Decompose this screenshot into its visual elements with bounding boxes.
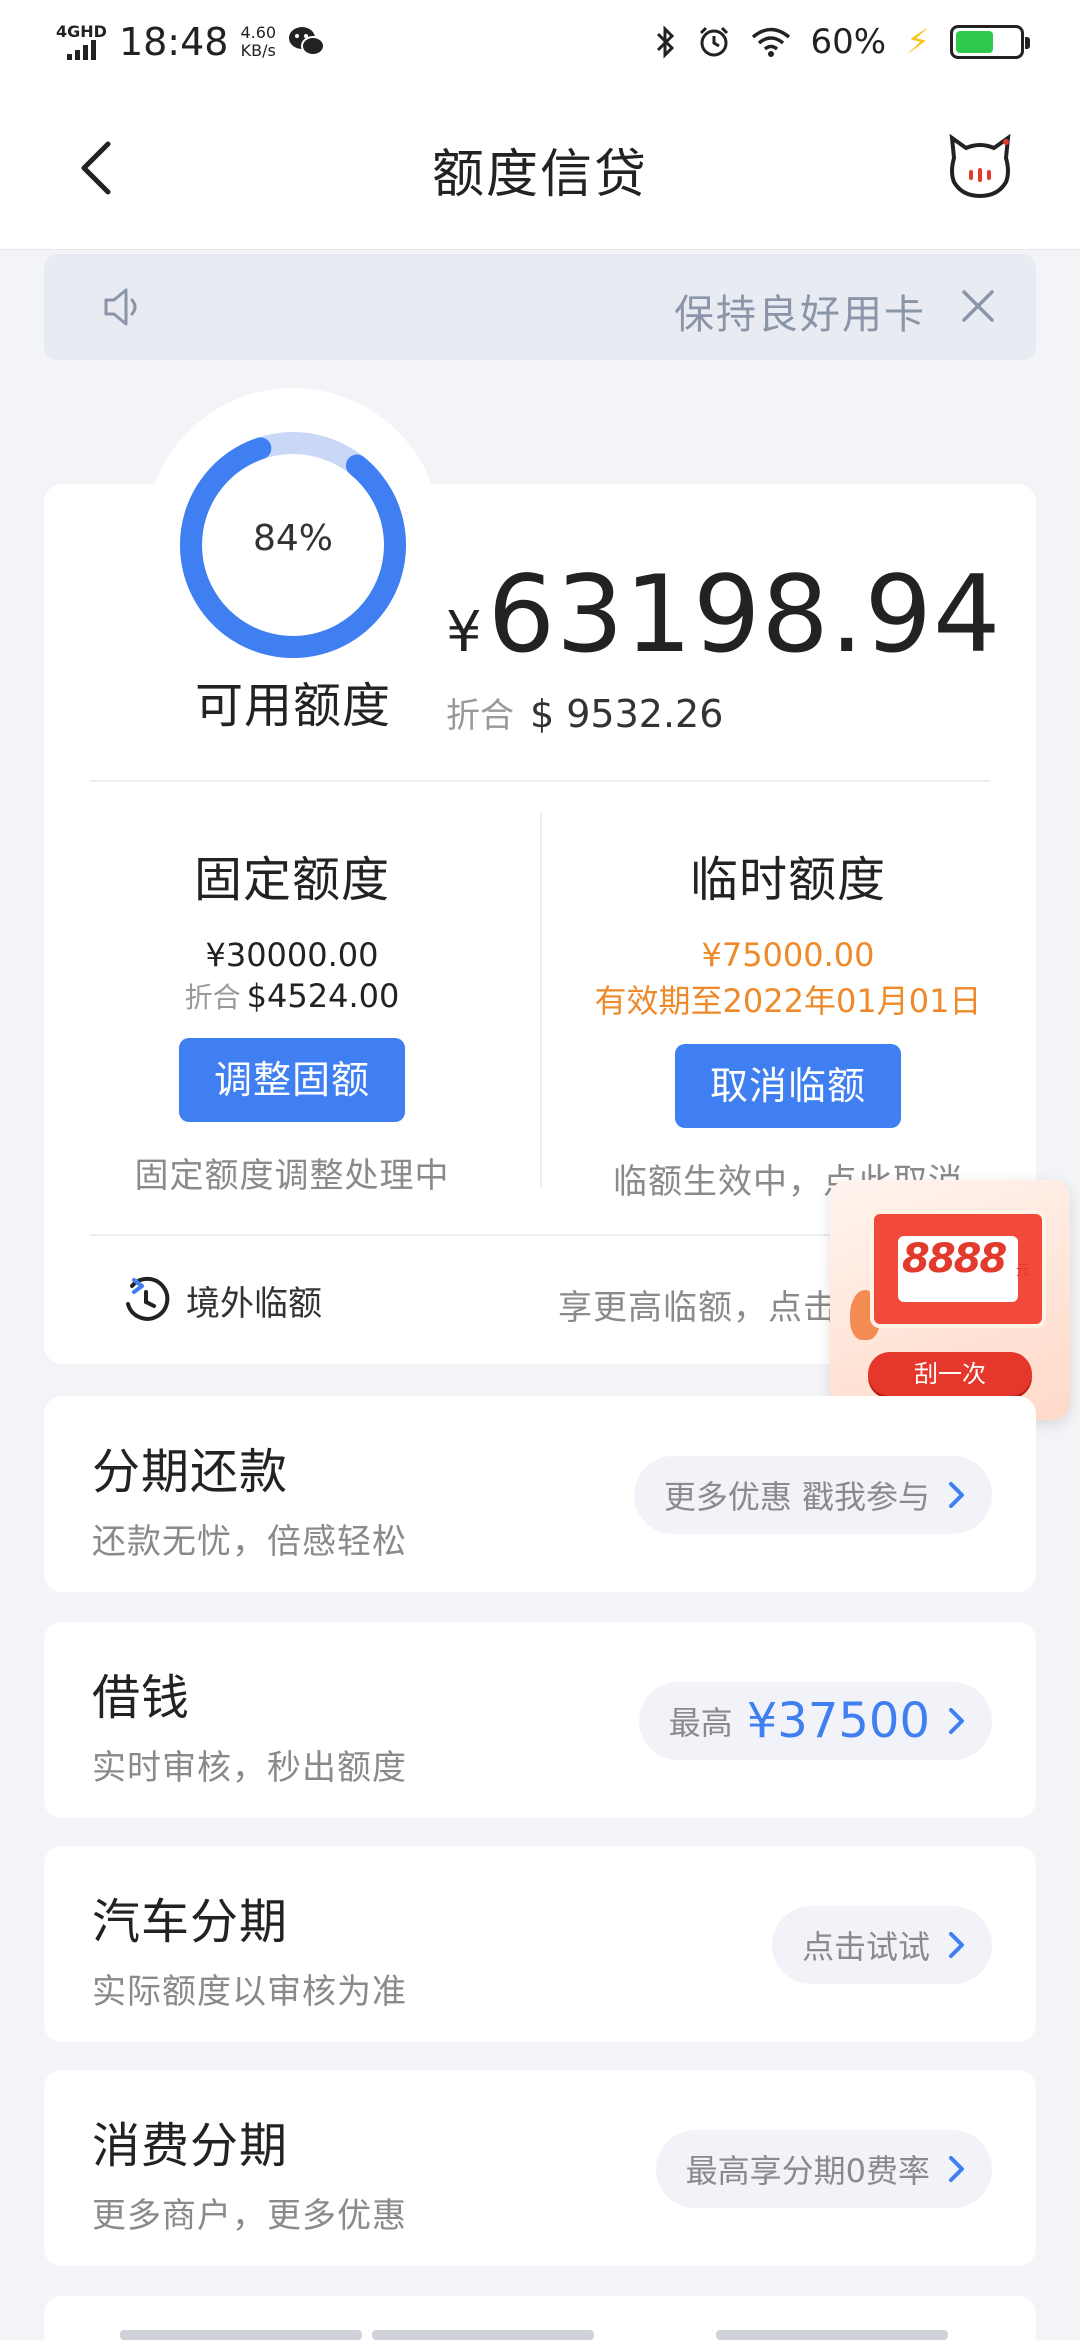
wechat-icon bbox=[289, 27, 326, 56]
overseas-tip[interactable]: 享更高临额，点击 bbox=[558, 1280, 838, 1329]
chevron-right-icon bbox=[949, 1932, 964, 1958]
fixed-converted-value: $4524.00 bbox=[246, 977, 400, 1015]
available-amount: ¥ 63198.94 bbox=[446, 560, 1001, 670]
service-action-pill[interactable]: 最高享分期0费率 bbox=[655, 2130, 992, 2208]
signal-icon: 4GHD bbox=[56, 24, 107, 60]
network-type: 4GHD bbox=[56, 22, 107, 41]
network-speed: 4.60 KB/s bbox=[240, 24, 276, 60]
scratch-button[interactable]: 刮一次 bbox=[868, 1352, 1032, 1396]
max-loan-amount: ¥37500 bbox=[746, 1693, 930, 1749]
service-card-installment-repay[interactable]: 分期还款 还款无忧，倍感轻松 更多优惠 戳我参与 bbox=[44, 1396, 1036, 1592]
promo-unit: 元 bbox=[1016, 1263, 1030, 1279]
speed-value: 4.60 bbox=[240, 23, 277, 42]
fixed-converted: 折合 $4524.00 bbox=[72, 976, 512, 1016]
mascot-service-icon[interactable] bbox=[948, 132, 1012, 200]
status-bar: 4GHD 18:48 4.60 KB/s 60% ⚡ bbox=[0, 0, 1080, 84]
speed-unit: KB/s bbox=[240, 41, 276, 60]
service-title: 汽车分期 bbox=[92, 1894, 289, 1950]
service-subtitle: 更多商户，更多优惠 bbox=[92, 2196, 407, 2236]
placeholder-bar bbox=[716, 2330, 948, 2340]
speaker-icon bbox=[104, 288, 137, 326]
battery-percent: 60% bbox=[810, 22, 887, 62]
divider-vertical bbox=[540, 812, 542, 1188]
close-icon[interactable] bbox=[960, 288, 996, 324]
fixed-credit-amount: ¥30000.00 bbox=[205, 936, 379, 974]
service-subtitle: 还款无忧，倍感轻松 bbox=[92, 1522, 407, 1562]
converted-label: 折合 bbox=[446, 696, 514, 736]
overseas-temp-credit-link[interactable]: 境外临额 bbox=[120, 1274, 322, 1326]
gauge-percent: 84% bbox=[252, 518, 333, 559]
service-card-borrow[interactable]: 借钱 实时审核，秒出额度 最高 ¥37500 bbox=[44, 1622, 1036, 1818]
divider bbox=[90, 780, 990, 782]
service-action-pill[interactable]: 更多优惠 戳我参与 bbox=[633, 1456, 992, 1534]
temporary-credit-validity: 有效期至2022年01月01日 bbox=[594, 982, 982, 1020]
page-title: 额度信贷 bbox=[431, 145, 648, 205]
service-subtitle: 实际额度以审核为准 bbox=[92, 1972, 407, 2012]
cancel-temporary-credit-button[interactable]: 取消临额 bbox=[675, 1044, 901, 1128]
currency-symbol: ¥ bbox=[446, 600, 482, 665]
charging-icon: ⚡ bbox=[906, 22, 930, 62]
alarm-icon bbox=[699, 26, 728, 57]
notice-bar[interactable]: 保持良好用卡 bbox=[44, 254, 1036, 360]
notice-text: 保持良好用卡 bbox=[674, 292, 926, 338]
fixed-converted-label: 折合 bbox=[184, 981, 241, 1014]
converted-amount: 折合 $ 9532.26 bbox=[446, 688, 723, 737]
service-action-pill[interactable]: 点击试试 bbox=[771, 1906, 992, 1984]
adjust-fixed-credit-button[interactable]: 调整固额 bbox=[179, 1038, 405, 1122]
fixed-credit-section: 固定额度 ¥30000.00 折合 $4524.00 调整固额 固定额度调整处理中 bbox=[72, 840, 512, 1197]
pill-text: 最高 bbox=[668, 1704, 733, 1742]
temporary-credit-title: 临时额度 bbox=[689, 852, 886, 908]
pill-text: 更多优惠 戳我参与 bbox=[663, 1478, 930, 1516]
bluetooth-icon bbox=[656, 25, 674, 59]
fixed-credit-note: 固定额度调整处理中 bbox=[134, 1156, 450, 1196]
converted-value: $ 9532.26 bbox=[530, 692, 724, 736]
status-time: 18:48 bbox=[118, 20, 229, 64]
service-action-pill[interactable]: 最高 ¥37500 bbox=[638, 1682, 992, 1760]
fixed-credit-title: 固定额度 bbox=[193, 852, 390, 908]
overseas-credit-icon bbox=[126, 1276, 170, 1321]
service-card-consumer-installment[interactable]: 消费分期 更多商户，更多优惠 最高享分期0费率 bbox=[44, 2070, 1036, 2266]
available-credit-label: 可用额度 bbox=[194, 678, 391, 734]
battery-icon bbox=[950, 25, 1030, 59]
status-right: 60% ⚡ bbox=[655, 22, 1030, 62]
pill-text: 最高享分期0费率 bbox=[685, 2152, 930, 2190]
chevron-right-icon bbox=[949, 2156, 964, 2182]
nav-bar: 额度信贷 bbox=[0, 84, 1080, 250]
service-title: 分期还款 bbox=[92, 1444, 289, 1500]
wifi-icon bbox=[751, 27, 790, 57]
chevron-right-icon bbox=[949, 1708, 964, 1734]
placeholder-bar bbox=[120, 2330, 362, 2340]
overseas-label: 境外临额 bbox=[186, 1283, 322, 1324]
service-subtitle: 实时审核，秒出额度 bbox=[92, 1748, 407, 1788]
service-title: 消费分期 bbox=[92, 2118, 289, 2174]
service-card-car-installment[interactable]: 汽车分期 实际额度以审核为准 点击试试 bbox=[44, 1846, 1036, 2042]
scratch-card-promo[interactable]: 8888 元 刮一次 bbox=[830, 1180, 1070, 1420]
available-amount-value: 63198.94 bbox=[487, 553, 1002, 676]
bottom-partial-card bbox=[44, 2296, 1036, 2340]
temporary-credit-section: 临时额度 ¥75000.00 有效期至2022年01月01日 取消临额 临额生效… bbox=[568, 840, 1008, 1203]
pill-text: 点击试试 bbox=[801, 1928, 930, 1966]
placeholder-bar bbox=[372, 2330, 594, 2340]
status-left: 4GHD 18:48 4.60 KB/s bbox=[56, 20, 326, 64]
temporary-credit-amount: ¥75000.00 bbox=[701, 936, 875, 974]
chevron-right-icon bbox=[949, 1482, 964, 1508]
service-title: 借钱 bbox=[92, 1670, 191, 1726]
promo-amount: 8888 bbox=[902, 1236, 1007, 1282]
